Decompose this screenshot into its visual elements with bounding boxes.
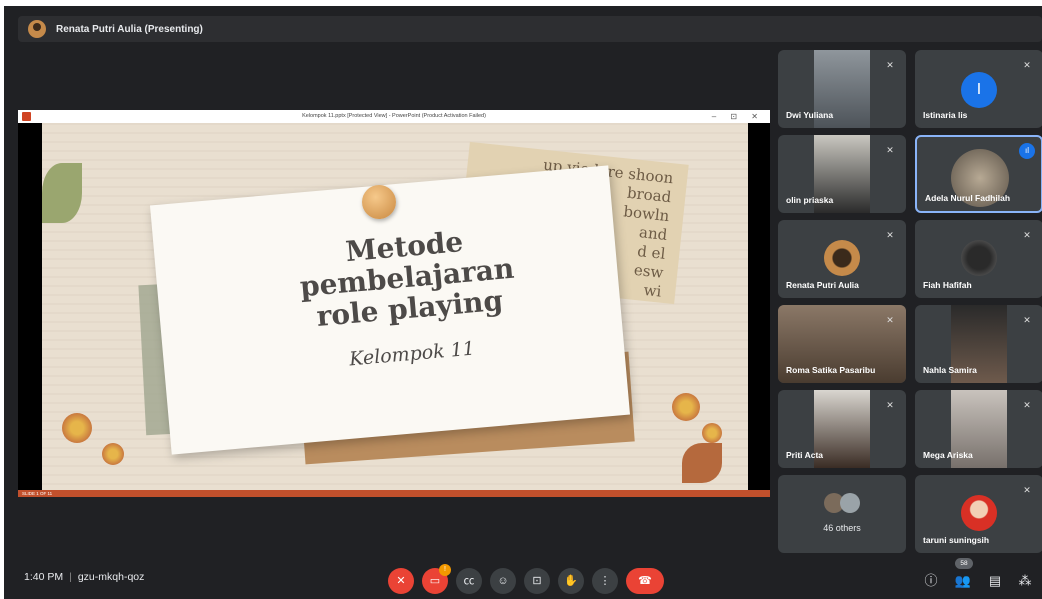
participant-tile[interactable]: ✕ Renata Putri Aulia: [778, 220, 906, 298]
activities-icon: ⁂: [1018, 573, 1032, 588]
participant-tile[interactable]: ✕ Nahla Samira: [915, 305, 1042, 383]
meet-window: Renata Putri Aulia (Presenting) Kelompok…: [4, 6, 1042, 599]
emoji-icon: ☺: [497, 575, 509, 587]
flower-decoration: [102, 443, 124, 465]
participant-name: olin priaska: [786, 195, 834, 205]
mic-off-icon: ✕: [1023, 400, 1031, 410]
chat-button[interactable]: ▤: [984, 570, 1006, 592]
participant-name: Roma Satika Pasaribu: [786, 365, 876, 375]
speaking-indicator-icon: ıl: [1019, 143, 1035, 159]
reactions-button[interactable]: ☺: [490, 568, 516, 594]
present-button[interactable]: ⊡: [524, 568, 550, 594]
camera-warning-badge: !: [439, 564, 451, 576]
info-icon: ⓘ: [924, 573, 938, 588]
activities-button[interactable]: ⁂: [1014, 570, 1036, 592]
flower-decoration: [702, 423, 722, 443]
participant-tile[interactable]: ✕ Priti Acta: [778, 390, 906, 468]
mic-off-icon: ✕: [1023, 230, 1031, 240]
participant-name: Mega Ariska: [923, 450, 973, 460]
participant-name: Dwi Yuliana: [786, 110, 834, 120]
participant-tile[interactable]: ✕ Mega Ariska: [915, 390, 1042, 468]
mic-off-icon: ✕: [886, 400, 894, 410]
mic-off-icon: ✕: [1023, 315, 1031, 325]
more-options-button[interactable]: ⋮: [592, 568, 618, 594]
presenter-avatar: [28, 20, 46, 38]
avatar: I: [961, 72, 997, 108]
others-count: 46 others: [823, 523, 861, 533]
people-count-badge: 58: [955, 558, 973, 569]
meeting-info: 1:40 PM | gzu-mkqh-qoz: [24, 571, 145, 583]
participant-name: taruni suningsih: [923, 535, 990, 545]
powerpoint-titlebar: Kelompok 11.pptx [Protected View] - Powe…: [18, 110, 770, 123]
avatar: [840, 493, 860, 513]
mic-off-icon: ✕: [1023, 60, 1031, 70]
pushpin-icon: [362, 185, 396, 219]
flower-decoration: [672, 393, 700, 421]
participant-name: Istinaria lis: [923, 110, 968, 120]
raise-hand-button[interactable]: ✋: [558, 568, 584, 594]
participant-tile[interactable]: ✕ olin priaska: [778, 135, 906, 213]
participant-name: Nahla Samira: [923, 365, 977, 375]
participant-tile[interactable]: I ✕ Istinaria lis: [915, 50, 1042, 128]
mic-off-icon: ✕: [1023, 485, 1031, 495]
hand-icon: ✋: [564, 575, 578, 587]
people-button[interactable]: 58 👥: [952, 558, 974, 592]
present-screen-icon: ⊡: [532, 575, 542, 587]
window-controls: – ⊡ ✕: [711, 112, 764, 121]
people-icon: 👥: [954, 573, 972, 588]
participant-name: Priti Acta: [786, 450, 824, 460]
participant-name: Adela Nurul Fadhilah: [925, 193, 1011, 203]
others-tile[interactable]: 46 others: [778, 475, 906, 553]
mic-off-icon: ✕: [886, 315, 894, 325]
camera-off-icon: ▭: [429, 575, 441, 587]
mic-off-icon: ✕: [886, 230, 894, 240]
meeting-details-button[interactable]: ⓘ: [920, 570, 942, 592]
participant-tile[interactable]: ✕ Dwi Yuliana: [778, 50, 906, 128]
participant-tile[interactable]: ✕ Roma Satika Pasaribu: [778, 305, 906, 383]
mic-off-icon: ✕: [886, 60, 894, 70]
participant-tile-speaking[interactable]: ıl Adela Nurul Fadhilah: [915, 135, 1042, 213]
participant-tile[interactable]: ✕ Fiah Hafifah: [915, 220, 1042, 298]
powerpoint-statusbar: SLIDE 1 OF 11: [18, 490, 770, 497]
participant-tile[interactable]: ✕ taruni suningsih: [915, 475, 1042, 553]
participant-name: Renata Putri Aulia: [786, 280, 859, 290]
chat-icon: ▤: [988, 573, 1002, 588]
powerpoint-window-title: Kelompok 11.pptx [Protected View] - Powe…: [302, 113, 486, 119]
slide: up vie lare shoon broad bowln and d el e…: [42, 123, 748, 490]
presenter-label: Renata Putri Aulia (Presenting): [56, 23, 203, 35]
participant-name: Fiah Hafifah: [923, 280, 972, 290]
powerpoint-icon: [22, 112, 31, 121]
meeting-code: gzu-mkqh-qoz: [77, 571, 145, 583]
mic-off-icon: ✕: [396, 575, 406, 587]
mic-off-icon: ✕: [886, 145, 894, 155]
flower-decoration: [62, 413, 92, 443]
leaf-decoration: [42, 163, 82, 223]
avatar: [961, 495, 997, 531]
leave-call-button[interactable]: ☎: [626, 568, 664, 594]
presenter-bar: Renata Putri Aulia (Presenting): [18, 16, 1042, 42]
captions-icon: ㏄: [463, 575, 475, 587]
camera-toggle-button[interactable]: ▭!: [422, 564, 451, 594]
presentation-area: Kelompok 11.pptx [Protected View] - Powe…: [18, 110, 770, 497]
captions-button[interactable]: ㏄: [456, 568, 482, 594]
avatar: [961, 240, 997, 276]
hangup-icon: ☎: [638, 575, 652, 587]
more-vert-icon: ⋮: [599, 575, 611, 587]
leaf-decoration: [682, 443, 722, 483]
mic-toggle-button[interactable]: ✕: [388, 568, 414, 594]
clock: 1:40 PM: [24, 571, 64, 583]
avatar: [824, 240, 860, 276]
